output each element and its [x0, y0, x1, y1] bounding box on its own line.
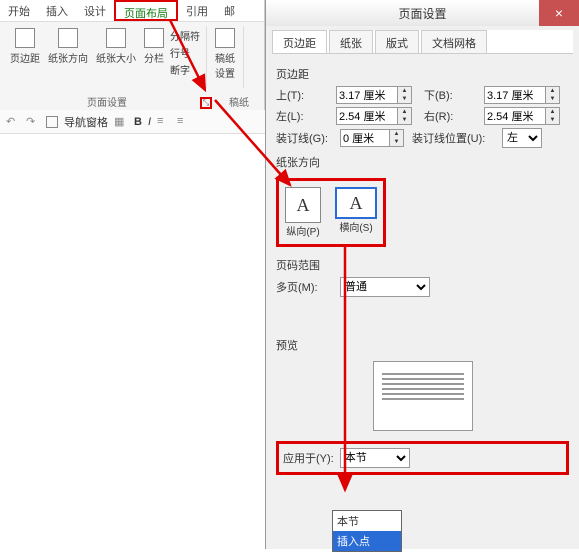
multi-pages-select[interactable]: 普通 [340, 277, 430, 297]
orientation-icon [58, 28, 78, 48]
apply-to-label: 应用于(Y): [283, 450, 334, 466]
tab-insert[interactable]: 插入 [38, 0, 76, 21]
bottom-label: 下(B): [424, 87, 480, 103]
italic-button[interactable]: I [148, 116, 151, 128]
page-setup-launcher[interactable]: ⤡ [200, 97, 212, 109]
apply-option-this-section[interactable]: 本节 [333, 511, 401, 531]
preview-section-label: 预览 [276, 337, 569, 353]
right-label: 右(R): [424, 108, 480, 124]
left-label: 左(L): [276, 108, 332, 124]
preview-box [373, 361, 473, 431]
apply-to-highlight-box: 应用于(Y): 本节 [276, 441, 569, 475]
dlg-tab-grid[interactable]: 文档网格 [421, 30, 487, 53]
manuscript-button[interactable]: 稿纸 设置 [211, 26, 239, 82]
margins-button[interactable]: 页边距 [6, 26, 44, 67]
manuscript-icon [215, 28, 235, 48]
portrait-icon: A [285, 187, 321, 223]
quick-toolbar: ↶ ↷ 导航窗格 ▦ B I ≡ ≡ [0, 110, 265, 134]
size-icon [106, 28, 126, 48]
orientation-highlight-box: A 纵向(P) A 横向(S) [276, 178, 386, 247]
tab-references[interactable]: 引用 [178, 0, 216, 21]
line-numbers-button[interactable]: 行号 [170, 45, 200, 60]
hyphenation-button[interactable]: 断字 [170, 62, 200, 77]
undo-icon[interactable]: ↶ [6, 115, 20, 129]
pages-section-label: 页码范围 [276, 257, 569, 273]
gutter-pos-label: 装订线位置(U): [412, 130, 498, 146]
orientation-section-label: 纸张方向 [276, 154, 569, 170]
landscape-icon: A [335, 187, 377, 219]
size-button[interactable]: 纸张大小 [92, 26, 140, 67]
redo-icon[interactable]: ↷ [26, 115, 40, 129]
table-icon[interactable]: ▦ [114, 115, 128, 129]
dlg-tab-margins[interactable]: 页边距 [272, 30, 327, 53]
apply-to-dropdown-list[interactable]: 本节 插入点 [332, 510, 402, 552]
tab-design[interactable]: 设计 [76, 0, 114, 21]
left-input[interactable] [336, 107, 398, 125]
close-button[interactable]: × [539, 0, 579, 26]
tab-page-layout[interactable]: 页面布局 [114, 0, 178, 21]
dlg-tab-paper[interactable]: 纸张 [329, 30, 373, 53]
orientation-button[interactable]: 纸张方向 [44, 26, 92, 67]
ribbon-tabs: 开始 插入 设计 页面布局 引用 邮 [0, 0, 264, 22]
gutter-pos-select[interactable]: 左 [502, 128, 542, 148]
align-left-icon[interactable]: ≡ [157, 115, 171, 129]
align-center-icon[interactable]: ≡ [177, 115, 191, 129]
manuscript-group-label: 稿纸 [214, 92, 264, 111]
top-label: 上(T): [276, 87, 332, 103]
nav-pane-checkbox[interactable] [46, 116, 58, 128]
columns-icon [144, 28, 164, 48]
portrait-option[interactable]: A 纵向(P) [285, 187, 321, 238]
landscape-option[interactable]: A 横向(S) [335, 187, 377, 238]
top-input[interactable] [336, 86, 398, 104]
page-setup-group-label: 页面设置 [87, 98, 127, 109]
bottom-input[interactable] [484, 86, 546, 104]
nav-pane-label: 导航窗格 [64, 114, 108, 130]
columns-button[interactable]: 分栏 [140, 26, 168, 67]
apply-option-insertion-point[interactable]: 插入点 [333, 531, 401, 551]
document-area[interactable] [0, 134, 265, 549]
margins-section-label: 页边距 [276, 66, 569, 82]
apply-to-select[interactable]: 本节 [340, 448, 410, 468]
multi-pages-label: 多页(M): [276, 279, 336, 295]
gutter-label: 装订线(G): [276, 130, 336, 146]
margins-icon [15, 28, 35, 48]
gutter-input[interactable] [340, 129, 390, 147]
top-down[interactable]: ▼ [398, 95, 411, 103]
bold-button[interactable]: B [134, 116, 142, 128]
tab-home[interactable]: 开始 [0, 0, 38, 21]
page-setup-dialog: 页面设置 × 页边距 纸张 版式 文档网格 页边距 上(T): ▲▼ 下(B):… [265, 0, 579, 549]
right-input[interactable] [484, 107, 546, 125]
top-up[interactable]: ▲ [398, 87, 411, 95]
dlg-tab-layout[interactable]: 版式 [375, 30, 419, 53]
dialog-title: 页面设置 [398, 5, 446, 22]
tab-mailings[interactable]: 邮 [216, 0, 243, 21]
breaks-button[interactable]: 分隔符 [170, 28, 200, 43]
